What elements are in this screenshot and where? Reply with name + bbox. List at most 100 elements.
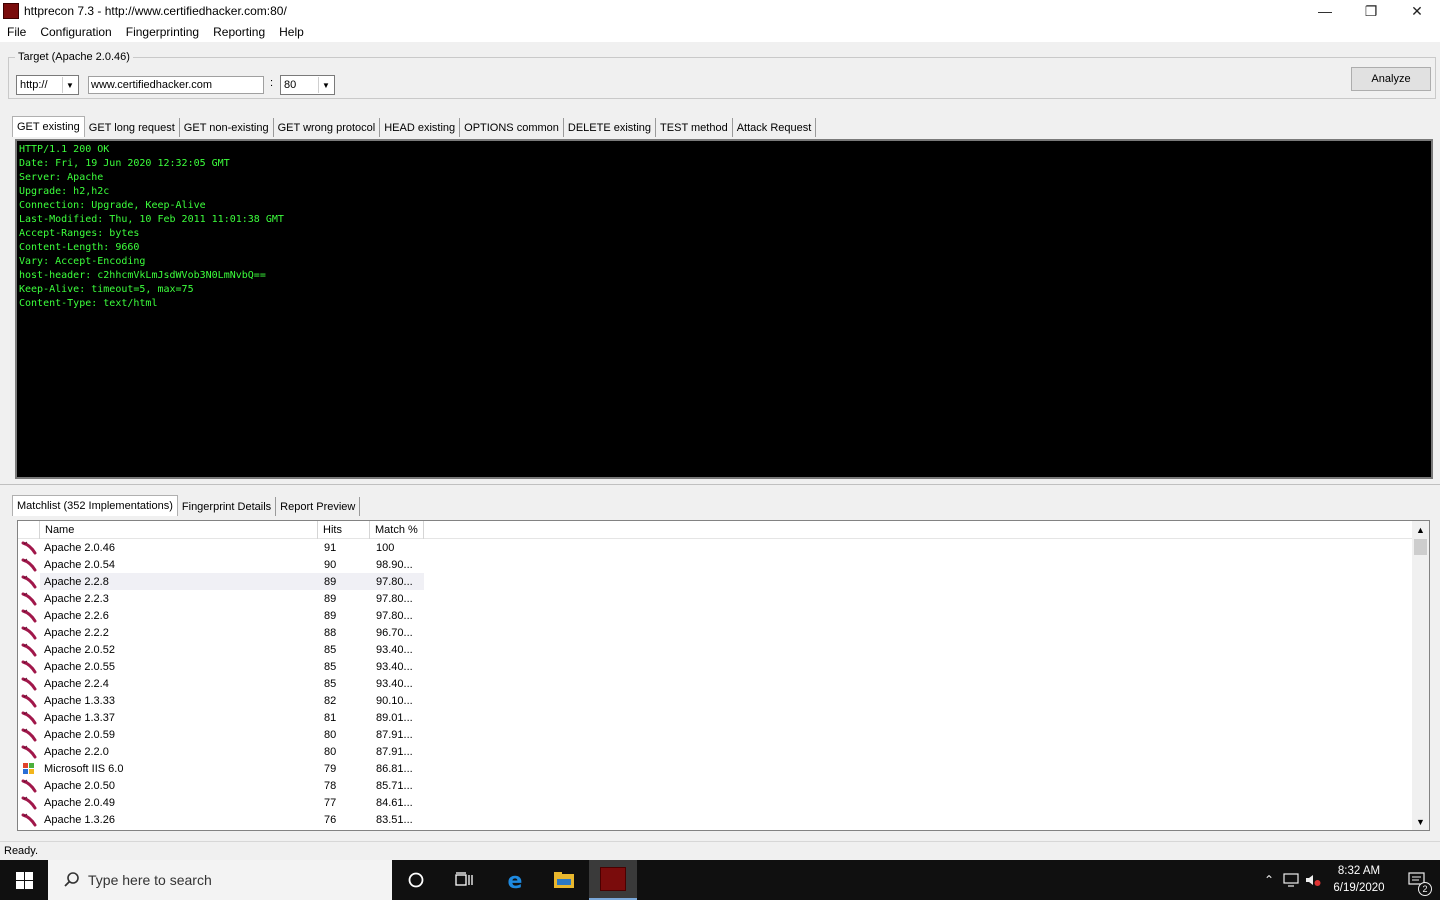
tab-test-method[interactable]: TEST method xyxy=(656,118,733,137)
taskbar-search[interactable]: Type here to search xyxy=(48,860,392,900)
row-hits: 91 xyxy=(324,541,337,554)
menu-configuration[interactable]: Configuration xyxy=(33,25,118,39)
cortana-button[interactable] xyxy=(392,860,440,900)
chevron-up-icon[interactable]: ⌃ xyxy=(1258,873,1280,887)
tab-get-existing[interactable]: GET existing xyxy=(12,116,85,137)
table-row[interactable]: Apache 2.2.3 89 97.80... xyxy=(18,590,1413,607)
table-row[interactable]: Apache 1.3.37 81 89.01... xyxy=(18,709,1413,726)
table-row[interactable]: Apache 2.0.46 91 100 xyxy=(18,539,1413,556)
table-row[interactable]: Apache 2.2.2 88 96.70... xyxy=(18,624,1413,641)
host-value: www.certifiedhacker.com xyxy=(91,79,213,91)
table-row[interactable]: Apache 2.2.4 85 93.40... xyxy=(18,675,1413,692)
row-name: Apache 2.2.3 xyxy=(44,592,109,605)
tab-report-preview[interactable]: Report Preview xyxy=(276,497,361,516)
table-row[interactable]: Apache 2.0.49 77 84.61... xyxy=(18,794,1413,811)
table-row[interactable]: Apache 1.3.26 76 83.51... xyxy=(18,811,1413,828)
apache-feather-icon xyxy=(18,658,40,675)
response-output[interactable]: HTTP/1.1 200 OK Date: Fri, 19 Jun 2020 1… xyxy=(15,139,1433,479)
tab-fingerprint-details[interactable]: Fingerprint Details xyxy=(178,497,277,516)
row-hits: 78 xyxy=(324,779,337,792)
port-select[interactable]: 80 ▼ xyxy=(280,75,335,95)
header-name[interactable]: Name xyxy=(40,521,318,539)
row-match: 87.91... xyxy=(376,745,413,758)
row-hits: 89 xyxy=(318,573,370,590)
windows-flag-icon xyxy=(18,760,40,777)
pane-splitter[interactable] xyxy=(0,484,1440,488)
protocol-select[interactable]: http:// ▼ xyxy=(16,75,79,95)
tab-matchlist[interactable]: Matchlist (352 Implementations) xyxy=(12,495,178,516)
row-hits: 90 xyxy=(324,558,337,571)
tab-options-common[interactable]: OPTIONS common xyxy=(460,118,564,137)
app-icon xyxy=(3,3,19,19)
table-header: Name Hits Match % xyxy=(18,521,1413,539)
clock[interactable]: 8:32 AM 6/19/2020 xyxy=(1324,863,1394,897)
row-name: Apache 1.3.37 xyxy=(44,711,115,724)
host-input[interactable]: www.certifiedhacker.com xyxy=(88,76,264,94)
apache-feather-icon xyxy=(18,709,40,726)
close-button[interactable]: ✕ xyxy=(1394,0,1440,22)
response-line: Keep-Alive: timeout=5, max=75 xyxy=(19,284,194,295)
table-row[interactable]: Apache 2.0.50 78 85.71... xyxy=(18,777,1413,794)
task-view-button[interactable] xyxy=(440,860,488,900)
status-text: Ready. xyxy=(4,845,39,857)
edge-button[interactable]: e xyxy=(491,860,539,900)
tab-delete-existing[interactable]: DELETE existing xyxy=(564,118,657,137)
matchlist-table: Name Hits Match % Apache 2.0.46 91 100 Apac… xyxy=(17,520,1430,831)
apache-feather-icon xyxy=(18,692,40,709)
row-hits: 85 xyxy=(324,660,337,673)
table-row[interactable]: Apache 2.0.54 90 98.90... xyxy=(18,556,1413,573)
scroll-thumb[interactable] xyxy=(1414,539,1427,555)
header-hits[interactable]: Hits xyxy=(318,521,370,539)
row-name: Apache 2.0.54 xyxy=(44,558,115,571)
menu-reporting[interactable]: Reporting xyxy=(206,25,272,39)
menu-fingerprinting[interactable]: Fingerprinting xyxy=(119,25,206,39)
apache-feather-icon xyxy=(18,590,40,607)
httprecon-taskbar-button[interactable] xyxy=(589,860,637,900)
chevron-down-icon[interactable]: ▼ xyxy=(62,77,77,93)
minimize-button[interactable]: — xyxy=(1302,0,1348,22)
protocol-value: http:// xyxy=(20,79,48,91)
response-line: Content-Type: text/html xyxy=(19,298,158,309)
table-row[interactable]: Apache 2.2.6 89 97.80... xyxy=(18,607,1413,624)
response-line: Upgrade: h2,h2c xyxy=(19,186,110,197)
table-row[interactable]: Apache 1.3.33 82 90.10... xyxy=(18,692,1413,709)
system-tray: ⌃ 8:32 AM 6/19/2020 2 xyxy=(1258,860,1440,900)
scroll-up-icon[interactable]: ▲ xyxy=(1412,521,1429,538)
start-button[interactable] xyxy=(0,860,48,900)
tab-get-wrong-protocol[interactable]: GET wrong protocol xyxy=(274,118,381,137)
table-row[interactable]: Microsoft IIS 6.0 79 86.81... xyxy=(18,760,1413,777)
vertical-scrollbar[interactable]: ▲ ▼ xyxy=(1412,521,1429,830)
volume-muted-icon[interactable] xyxy=(1302,873,1324,887)
table-row[interactable]: Apache 2.0.59 80 87.91... xyxy=(18,726,1413,743)
table-row[interactable]: Apache 2.2.0 80 87.91... xyxy=(18,743,1413,760)
tab-attack-request[interactable]: Attack Request xyxy=(733,118,817,137)
menu-file[interactable]: File xyxy=(0,25,33,39)
row-match: 84.61... xyxy=(376,796,413,809)
row-hits: 85 xyxy=(324,677,337,690)
notification-center-button[interactable]: 2 xyxy=(1394,872,1440,896)
analyze-button[interactable]: Analyze xyxy=(1351,67,1431,91)
file-explorer-button[interactable] xyxy=(540,860,588,900)
row-name: Apache 1.3.33 xyxy=(44,694,115,707)
scroll-down-icon[interactable]: ▼ xyxy=(1412,813,1429,830)
tab-head-existing[interactable]: HEAD existing xyxy=(380,118,461,137)
restore-button[interactable]: ❐ xyxy=(1348,0,1394,22)
table-row[interactable]: Apache 2.0.52 85 93.40... xyxy=(18,641,1413,658)
row-hits: 81 xyxy=(324,711,337,724)
tab-get-non-existing[interactable]: GET non-existing xyxy=(180,118,274,137)
tab-get-long-request[interactable]: GET long request xyxy=(85,118,180,137)
table-row[interactable]: Apache 2.2.8 89 97.80... xyxy=(18,573,1413,590)
row-match: 93.40... xyxy=(376,677,413,690)
chevron-down-icon[interactable]: ▼ xyxy=(318,77,333,93)
table-row[interactable]: Apache 2.0.55 85 93.40... xyxy=(18,658,1413,675)
request-tabs: GET existing GET long request GET non-ex… xyxy=(12,116,817,137)
row-match: 93.40... xyxy=(376,660,413,673)
response-line: Vary: Accept-Encoding xyxy=(19,256,146,267)
result-tabs: Matchlist (352 Implementations) Fingerpr… xyxy=(12,495,361,516)
network-icon[interactable] xyxy=(1280,873,1302,887)
apache-feather-icon xyxy=(18,726,40,743)
menu-help[interactable]: Help xyxy=(272,25,311,39)
header-match[interactable]: Match % xyxy=(370,521,424,539)
row-match: 98.90... xyxy=(376,558,413,571)
window-controls: — ❐ ✕ xyxy=(1302,0,1440,22)
